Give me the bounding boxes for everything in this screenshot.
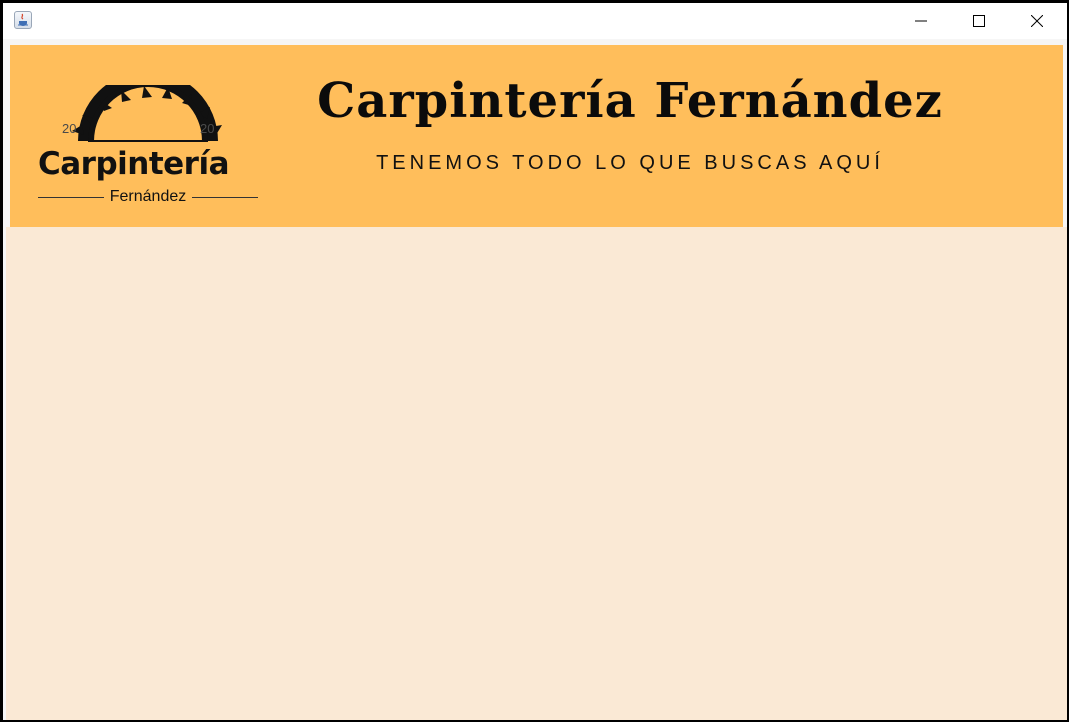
maximize-button[interactable] — [950, 3, 1008, 39]
content-pane: 20 20 Carpintería Fernández Carpintería … — [3, 39, 1067, 720]
maximize-icon — [973, 15, 985, 27]
logo-year-right: 20 — [200, 121, 215, 136]
main-panel — [6, 227, 1067, 720]
close-button[interactable] — [1008, 3, 1066, 39]
logo-wordmark: Carpintería — [38, 146, 230, 182]
logo-divider-right — [192, 196, 258, 198]
logo-year-left: 20 — [62, 121, 77, 136]
logo-subtitle: Fernández — [109, 188, 187, 205]
company-logo: 20 20 Carpintería Fernández — [32, 85, 264, 215]
close-icon — [1031, 15, 1043, 27]
logo-subtitle-row: Fernández — [38, 187, 258, 207]
minimize-button[interactable] — [892, 3, 950, 39]
title-bar[interactable] — [3, 3, 1067, 39]
header-banner: 20 20 Carpintería Fernández Carpintería … — [10, 45, 1063, 227]
app-window: 20 20 Carpintería Fernández Carpintería … — [3, 3, 1067, 720]
minimize-icon — [915, 20, 927, 22]
banner-title: Carpintería Fernández — [317, 73, 943, 129]
java-app-icon[interactable] — [14, 11, 32, 29]
banner-tagline: TENEMOS TODO LO QUE BUSCAS AQUÍ — [376, 152, 884, 174]
logo-divider-left — [38, 196, 104, 198]
